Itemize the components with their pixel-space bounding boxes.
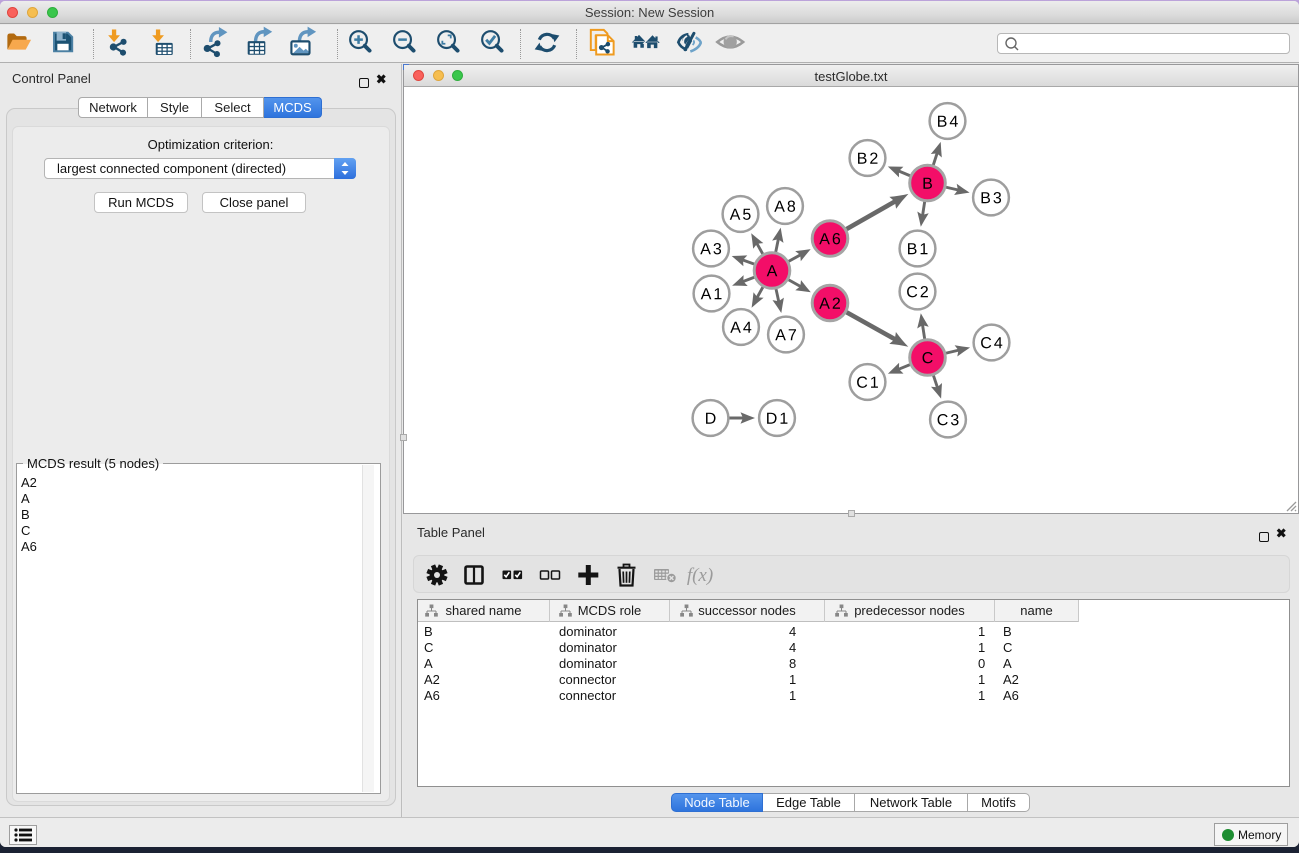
svg-text:f(x): f(x) — [687, 565, 713, 586]
